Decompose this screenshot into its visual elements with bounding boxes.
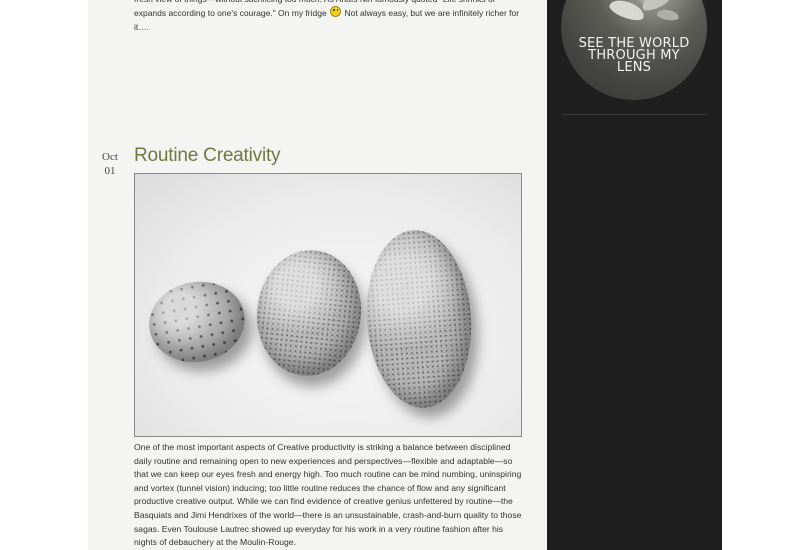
leaf-shape	[607, 0, 647, 24]
post-featured-image[interactable]	[134, 173, 522, 437]
post-date-day: 01	[104, 165, 116, 177]
badge-line-3: LENS	[616, 60, 652, 75]
smiley-icon	[330, 6, 342, 17]
sidebar-divider	[562, 114, 707, 115]
leaf-shape	[656, 8, 680, 22]
post-date: Oct 01	[96, 150, 124, 178]
badge-text: SEE THE WORLD THROUGH MY LENS	[561, 37, 707, 75]
post-body-text: One of the most important aspects of Cre…	[134, 442, 522, 548]
previous-post-excerpt: fresh view of things—without sacrificing…	[134, 0, 529, 34]
post-title[interactable]: Routine Creativity	[134, 145, 281, 167]
post-date-month: Oct	[102, 151, 118, 163]
